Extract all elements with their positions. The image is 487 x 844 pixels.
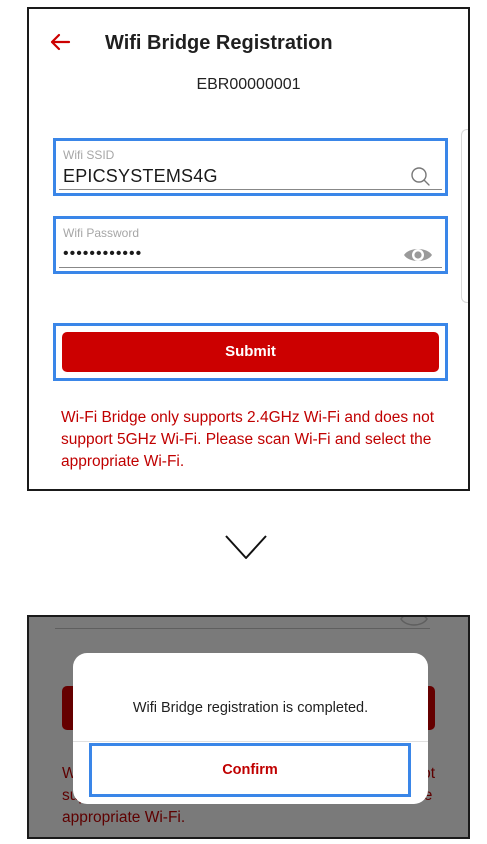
wifi-password-field[interactable]: Wifi Password •••••••••••• — [53, 216, 448, 274]
wifi-ssid-label: Wifi SSID — [63, 148, 115, 162]
background-eye-icon — [400, 617, 428, 626]
submit-button[interactable]: Submit — [62, 332, 439, 372]
dialog-divider — [73, 741, 428, 742]
wifi-notice: Wi-Fi Bridge only supports 2.4GHz Wi-Fi … — [61, 409, 434, 470]
eye-icon[interactable] — [403, 244, 433, 266]
wifi-ssid-underline — [59, 189, 442, 190]
wifi-ssid-value[interactable]: EPICSYSTEMS4G — [63, 166, 218, 187]
registration-complete-screen: Wi-Fi Bridge only supports 2.4GHz Wi-Fi … — [27, 615, 470, 839]
wifi-ssid-field[interactable]: Wifi SSID EPICSYSTEMS4G — [53, 138, 448, 196]
completion-dialog: Wifi Bridge registration is completed. C… — [73, 653, 428, 804]
search-icon[interactable] — [409, 166, 431, 188]
back-arrow-icon[interactable] — [49, 31, 71, 53]
wifi-password-label: Wifi Password — [63, 226, 140, 240]
registration-screen: Wifi Bridge Registration EBR00000001 Wif… — [27, 7, 470, 491]
dialog-message: Wifi Bridge registration is completed. — [132, 700, 369, 716]
page-title: Wifi Bridge Registration — [105, 32, 333, 54]
scroll-indicator — [461, 129, 468, 303]
wifi-password-underline — [59, 267, 442, 268]
wifi-password-value[interactable]: •••••••••••• — [63, 245, 142, 263]
submit-button-highlight: Submit — [53, 323, 448, 381]
background-field-underline — [55, 628, 430, 629]
device-id: EBR00000001 — [196, 76, 301, 93]
confirm-button[interactable]: Confirm — [92, 746, 408, 794]
chevron-down-icon — [225, 535, 267, 559]
confirm-button-highlight: Confirm — [89, 743, 411, 797]
